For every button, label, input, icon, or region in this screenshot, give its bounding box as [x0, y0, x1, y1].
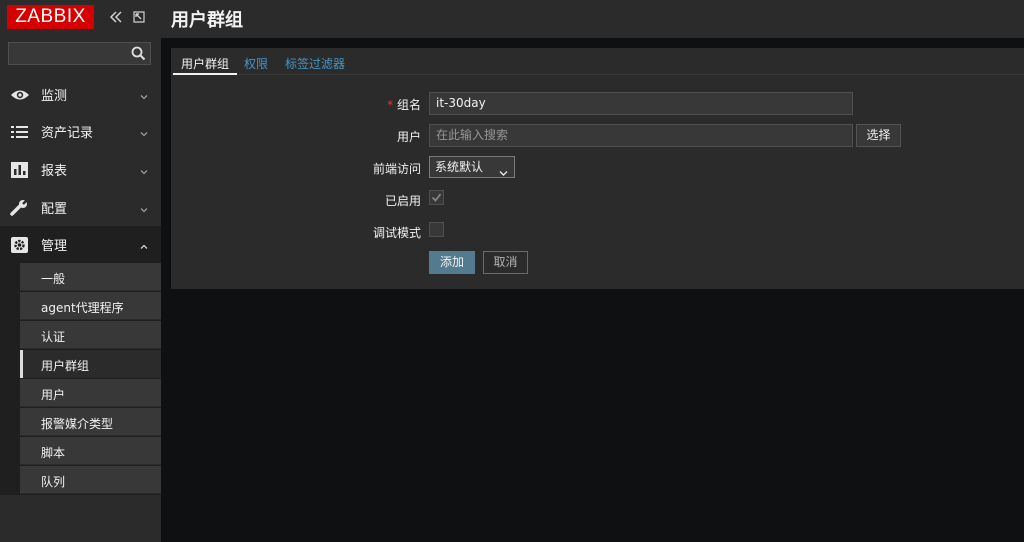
submenu-label: 用户群组	[41, 359, 90, 373]
users-search-input[interactable]: 在此输入搜索	[429, 124, 853, 147]
debug-mode-checkbox[interactable]	[429, 222, 444, 237]
page-title: 用户群组	[171, 10, 243, 31]
logo-row: ZABBIX	[0, 0, 161, 38]
menu-administration[interactable]: 管理	[0, 226, 161, 263]
menu-label: 资产记录	[41, 126, 94, 141]
group-name-label: * 组名	[281, 96, 421, 113]
submenu-label: 认证	[41, 330, 66, 344]
zabbix-logo[interactable]: ZABBIX	[7, 5, 94, 29]
tab-bar: 用户群组 权限 标签过滤器	[171, 48, 1024, 75]
submenu-item-queue[interactable]: 队列	[20, 466, 161, 494]
admin-submenu: 一般 agent代理程序 认证 用户群组 用户 报警媒介类型 脚本 队列	[0, 263, 161, 495]
chevron-down-icon	[140, 165, 148, 175]
submenu-label: 报警媒介类型	[41, 417, 114, 431]
frontend-access-label: 前端访问	[372, 162, 421, 176]
submenu-item-authentication[interactable]: 认证	[20, 321, 161, 349]
enabled-label: 已启用	[384, 194, 421, 208]
submenu-label: 一般	[41, 272, 66, 286]
list-icon	[10, 123, 30, 141]
group-name-label-text: 组名	[396, 98, 421, 112]
menu-monitoring[interactable]: 监测	[0, 76, 161, 113]
submenu-item-proxies[interactable]: agent代理程序	[20, 292, 161, 320]
submenu-item-media-types[interactable]: 报警媒介类型	[20, 408, 161, 436]
menu-configuration[interactable]: 配置	[0, 189, 161, 226]
menu-label: 管理	[41, 239, 68, 254]
submenu-label: 队列	[41, 475, 66, 489]
menu-label: 监测	[41, 89, 68, 104]
kiosk-mode-icon[interactable]	[132, 10, 146, 24]
chevron-up-icon	[140, 240, 148, 249]
sidebar-search-input[interactable]	[8, 42, 151, 65]
sidebar: ZABBIX 监测 资产记录 报表 配置 管理 一般 agent代理程序 认证 …	[0, 0, 161, 542]
chevron-down-icon	[140, 127, 148, 137]
menu-inventory[interactable]: 资产记录	[0, 113, 161, 150]
chevron-down-icon	[140, 90, 148, 100]
chevron-down-icon	[499, 163, 508, 176]
cancel-button[interactable]: 取消	[483, 251, 528, 274]
menu-reports[interactable]: 报表	[0, 151, 161, 188]
menu-label: 配置	[41, 202, 68, 217]
submenu-item-users[interactable]: 用户	[20, 379, 161, 407]
select-users-button[interactable]: 选择	[856, 124, 901, 147]
user-group-form: 用户群组 权限 标签过滤器 * 组名 it-30day 用户 在此输入搜索 选择…	[171, 48, 1024, 289]
submenu-item-general[interactable]: 一般	[20, 263, 161, 291]
group-name-input[interactable]: it-30day	[429, 92, 853, 115]
checkmark-icon	[431, 193, 442, 202]
users-label: 用户	[396, 130, 421, 144]
submenu-item-scripts[interactable]: 脚本	[20, 437, 161, 465]
search-icon[interactable]	[131, 46, 146, 61]
page-header: 用户群组	[161, 0, 1024, 38]
frontend-access-select[interactable]: 系统默认	[429, 156, 515, 178]
tab-user-group[interactable]: 用户群组	[172, 55, 238, 75]
debug-mode-label: 调试模式	[372, 226, 421, 240]
eye-icon	[10, 86, 30, 104]
frontend-access-value: 系统默认	[435, 160, 484, 174]
add-button[interactable]: 添加	[429, 251, 475, 274]
submenu-label: 脚本	[41, 446, 66, 460]
required-asterisk: *	[387, 98, 397, 112]
tab-tag-filter[interactable]: 标签过滤器	[285, 55, 345, 72]
menu-label: 报表	[41, 164, 68, 179]
gear-icon	[10, 236, 30, 254]
chevron-down-icon	[140, 203, 148, 213]
bar-chart-icon	[10, 161, 30, 179]
enabled-checkbox[interactable]	[429, 190, 444, 205]
tab-permissions[interactable]: 权限	[244, 55, 268, 72]
submenu-label: agent代理程序	[41, 301, 124, 315]
collapse-sidebar-icon[interactable]	[109, 10, 123, 24]
submenu-label: 用户	[41, 388, 66, 402]
wrench-icon	[10, 199, 30, 217]
submenu-item-user-groups[interactable]: 用户群组	[20, 350, 161, 378]
